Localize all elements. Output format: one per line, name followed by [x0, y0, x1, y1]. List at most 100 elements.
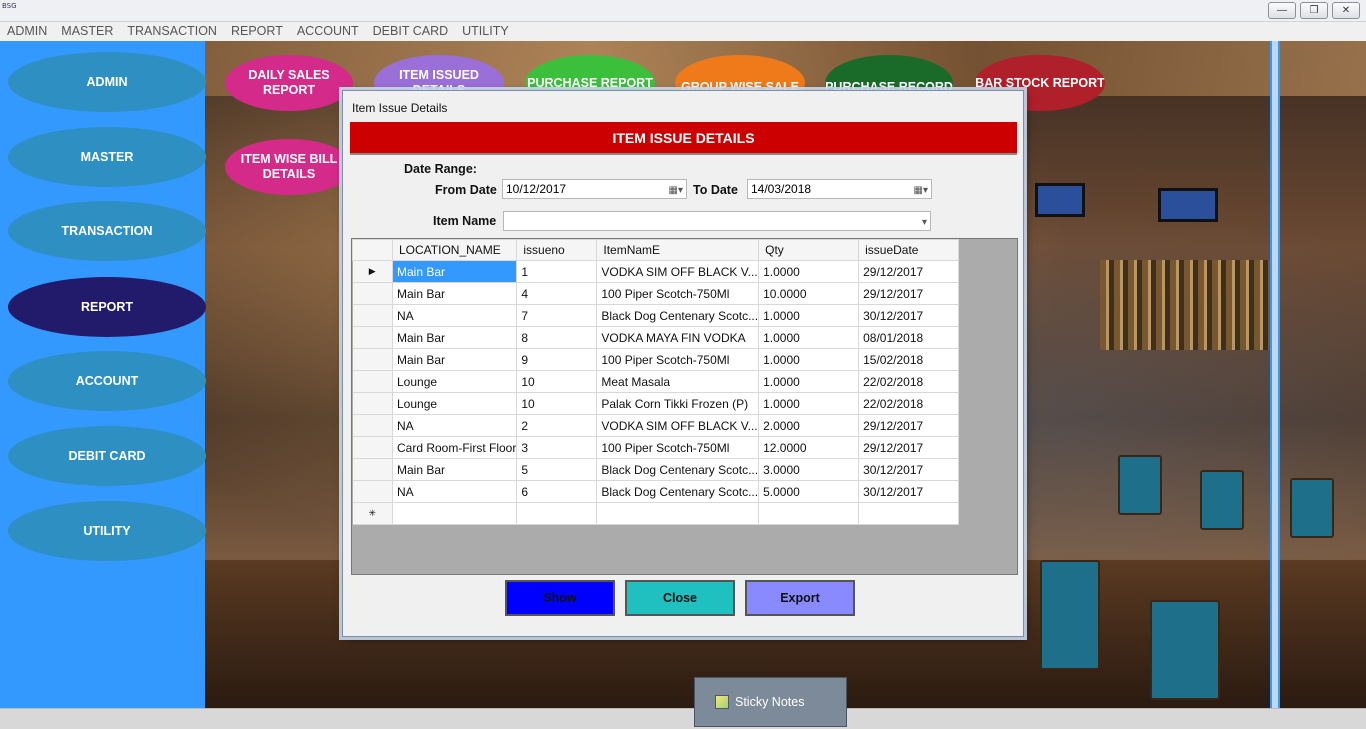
table-cell-issueno[interactable]: 10	[516, 370, 598, 393]
table-cell-qty[interactable]: 1.0000	[758, 392, 860, 415]
row-header[interactable]	[352, 392, 393, 415]
table-cell-issuedate[interactable]: 30/12/2017	[858, 480, 960, 503]
table-cell-empty[interactable]	[516, 502, 598, 525]
row-header[interactable]: ▶	[352, 260, 393, 283]
close-window-button[interactable]: ✕	[1332, 2, 1360, 19]
from-date-picker[interactable]: 10/12/2017 ▦▾	[502, 179, 687, 199]
table-cell-itemname[interactable]: 100 Piper Scotch-750Ml	[596, 436, 760, 459]
column-header-location[interactable]: LOCATION_NAME	[391, 239, 518, 261]
menu-report[interactable]: REPORT	[231, 22, 283, 41]
table-row[interactable]: NA 7 Black Dog Centenary Scotc... 1.0000 30/…	[352, 304, 960, 327]
table-row[interactable]: Main Bar 4 100 Piper Scotch-750Ml 10.0000 29…	[352, 282, 960, 305]
table-cell-issuedate[interactable]: 29/12/2017	[858, 282, 960, 305]
sidebar-item-account[interactable]: ACCOUNT	[8, 351, 206, 411]
table-cell-qty[interactable]: 1.0000	[758, 348, 860, 371]
new-row[interactable]: ✳	[352, 502, 960, 525]
table-row[interactable]: Card Room-First Floor 3 100 Piper Scotch-7…	[352, 436, 960, 459]
table-cell-qty[interactable]: 1.0000	[758, 260, 860, 283]
table-cell-itemname[interactable]: VODKA MAYA FIN VODKA	[596, 326, 760, 349]
issue-details-grid[interactable]: LOCATION_NAME issueno ItemNamE Qty issue…	[351, 238, 1018, 575]
table-cell-location_name[interactable]: Card Room-First Floor	[392, 436, 518, 459]
report-daily-sales-button[interactable]: DAILY SALES REPORT	[225, 55, 353, 111]
sidebar-item-utility[interactable]: UTILITY	[8, 501, 206, 561]
table-cell-location_name[interactable]: Main Bar	[392, 458, 518, 481]
table-cell-issueno[interactable]: 3	[516, 436, 598, 459]
row-header[interactable]	[352, 414, 393, 437]
table-cell-itemname[interactable]: 100 Piper Scotch-750Ml	[596, 282, 760, 305]
table-cell-itemname[interactable]: Meat Masala	[596, 370, 760, 393]
table-cell-qty[interactable]: 10.0000	[758, 282, 860, 305]
row-header[interactable]	[352, 348, 393, 371]
sticky-notes-taskbar-button[interactable]: Sticky Notes	[694, 677, 847, 727]
row-header[interactable]	[352, 458, 393, 481]
sidebar-item-admin[interactable]: ADMIN	[8, 52, 206, 112]
table-cell-issueno[interactable]: 9	[516, 348, 598, 371]
table-cell-issueno[interactable]: 5	[516, 458, 598, 481]
menu-utility[interactable]: UTILITY	[462, 22, 509, 41]
table-cell-itemname[interactable]: VODKA SIM OFF BLACK V...	[596, 414, 760, 437]
table-cell-location_name[interactable]: Main Bar	[392, 348, 518, 371]
column-header-issuedate[interactable]: issueDate	[858, 239, 960, 261]
row-header[interactable]	[352, 480, 393, 503]
table-cell-qty[interactable]: 3.0000	[758, 458, 860, 481]
table-cell-issuedate[interactable]: 30/12/2017	[858, 304, 960, 327]
table-cell-issuedate[interactable]: 08/01/2018	[858, 326, 960, 349]
menu-admin[interactable]: ADMIN	[7, 22, 47, 41]
export-button[interactable]: Export	[745, 580, 855, 616]
table-cell-itemname[interactable]: Black Dog Centenary Scotc...	[596, 458, 760, 481]
table-cell-issueno[interactable]: 6	[516, 480, 598, 503]
table-cell-issueno[interactable]: 8	[516, 326, 598, 349]
minimize-button[interactable]: —	[1268, 2, 1296, 19]
table-cell-issueno[interactable]: 4	[516, 282, 598, 305]
calendar-dropdown-icon[interactable]: ▦▾	[669, 182, 683, 200]
row-header[interactable]	[352, 326, 393, 349]
table-cell-qty[interactable]: 1.0000	[758, 304, 860, 327]
sidebar-item-report[interactable]: REPORT	[8, 277, 206, 337]
table-cell-issueno[interactable]: 1	[516, 260, 598, 283]
table-cell-itemname[interactable]: VODKA SIM OFF BLACK V...	[596, 260, 760, 283]
row-header[interactable]	[352, 304, 393, 327]
table-cell-location_name[interactable]: Main Bar	[392, 282, 518, 305]
table-cell-location_name[interactable]: Lounge	[392, 392, 518, 415]
menu-master[interactable]: MASTER	[61, 22, 113, 41]
row-header[interactable]	[352, 370, 393, 393]
chevron-down-icon[interactable]: ▾	[922, 214, 927, 232]
restore-button[interactable]: ❐	[1300, 2, 1328, 19]
menu-debit-card[interactable]: DEBIT CARD	[373, 22, 448, 41]
table-cell-empty[interactable]	[392, 502, 518, 525]
table-cell-issuedate[interactable]: 22/02/2018	[858, 392, 960, 415]
table-cell-qty[interactable]: 5.0000	[758, 480, 860, 503]
table-cell-issueno[interactable]: 10	[516, 392, 598, 415]
table-cell-issueno[interactable]: 2	[516, 414, 598, 437]
to-date-picker[interactable]: 14/03/2018 ▦▾	[747, 179, 932, 199]
table-row[interactable]: Main Bar 9 100 Piper Scotch-750Ml 1.0000 15/…	[352, 348, 960, 371]
table-cell-itemname[interactable]: 100 Piper Scotch-750Ml	[596, 348, 760, 371]
table-cell-location_name[interactable]: NA	[392, 304, 518, 327]
sidebar-item-transaction[interactable]: TRANSACTION	[8, 201, 206, 261]
table-row[interactable]: Main Bar 8 VODKA MAYA FIN VODKA 1.0000 08/01…	[352, 326, 960, 349]
table-cell-qty[interactable]: 2.0000	[758, 414, 860, 437]
table-cell-location_name[interactable]: Main Bar	[392, 260, 518, 283]
table-row[interactable]: ▶ Main Bar 1 VODKA SIM OFF BLACK V... 1.0000…	[352, 260, 960, 283]
calendar-dropdown-icon[interactable]: ▦▾	[914, 182, 928, 200]
sidebar-item-debit-card[interactable]: DEBIT CARD	[8, 426, 206, 486]
column-header-qty[interactable]: Qty	[758, 239, 860, 261]
column-header-issueno[interactable]: issueno	[516, 239, 598, 261]
row-header[interactable]	[352, 436, 393, 459]
table-cell-issuedate[interactable]: 30/12/2017	[858, 458, 960, 481]
item-name-combobox[interactable]: ▾	[503, 211, 931, 231]
table-cell-issuedate[interactable]: 29/12/2017	[858, 414, 960, 437]
table-row[interactable]: NA 6 Black Dog Centenary Scotc... 5.0000 30/…	[352, 480, 960, 503]
table-cell-location_name[interactable]: Lounge	[392, 370, 518, 393]
table-cell-empty[interactable]	[758, 502, 860, 525]
table-cell-itemname[interactable]: Black Dog Centenary Scotc...	[596, 480, 760, 503]
table-cell-itemname[interactable]: Black Dog Centenary Scotc...	[596, 304, 760, 327]
sidebar-item-master[interactable]: MASTER	[8, 127, 206, 187]
table-cell-itemname[interactable]: Palak Corn Tikki Frozen (P)	[596, 392, 760, 415]
table-cell-location_name[interactable]: NA	[392, 414, 518, 437]
table-row[interactable]: Lounge 10 Meat Masala 1.0000 22/02/2018	[352, 370, 960, 393]
table-cell-issuedate[interactable]: 29/12/2017	[858, 436, 960, 459]
column-header-itemname[interactable]: ItemNamE	[596, 239, 760, 261]
table-cell-qty[interactable]: 1.0000	[758, 326, 860, 349]
table-cell-empty[interactable]	[858, 502, 960, 525]
